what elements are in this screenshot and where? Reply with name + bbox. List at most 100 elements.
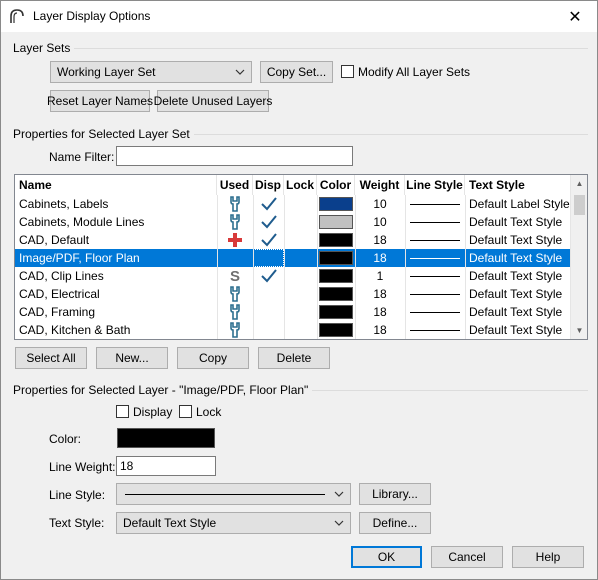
s-icon: S: [229, 267, 240, 285]
chevron-down-icon: [235, 69, 245, 75]
column-header-used[interactable]: Used: [217, 175, 253, 195]
line-weight-label: Line Weight:: [49, 460, 116, 474]
line-style-cell: [405, 267, 465, 285]
layer-name-cell: CAD, Default: [19, 233, 90, 247]
text-style-cell: Default Label Style: [469, 197, 570, 211]
scroll-down-icon[interactable]: ▼: [571, 322, 587, 339]
column-header-disp[interactable]: Disp: [253, 175, 284, 195]
table-row[interactable]: CAD, Clip Lines S 1 Default Text Style: [15, 267, 571, 285]
reset-layer-names-label: Reset Layer Names: [46, 94, 154, 108]
modify-all-layer-sets-checkbox[interactable]: [341, 65, 354, 78]
table-row[interactable]: CAD, Framing 18 Default Text Style: [15, 303, 571, 321]
color-cell: [317, 213, 355, 231]
default-icon: [217, 231, 253, 249]
column-header-name[interactable]: Name: [15, 175, 217, 195]
column-header-text-style[interactable]: Text Style: [465, 175, 571, 195]
line-style-cell: [405, 249, 465, 267]
column-header-color[interactable]: Color: [317, 175, 355, 195]
table-row[interactable]: CAD, Kitchen & Bath 18 Default Text Style: [15, 321, 571, 339]
layer-name-cell: CAD, Clip Lines: [19, 269, 104, 283]
checkmark-icon: [253, 267, 284, 285]
delete-layer-button[interactable]: Delete: [258, 347, 330, 369]
cancel-button[interactable]: Cancel: [431, 546, 503, 568]
color-cell: [317, 285, 355, 303]
column-used-label: Used: [219, 178, 250, 192]
disp-cell: [253, 285, 284, 303]
lock-cell: [284, 195, 317, 213]
weight-cell: 1: [376, 269, 384, 283]
text-style-label: Text Style:: [49, 516, 105, 530]
used-cell: [217, 249, 253, 267]
scrollbar-thumb[interactable]: [574, 195, 585, 215]
text-style-cell: Default Text Style: [469, 305, 563, 319]
layer-set-select[interactable]: Working Layer Set: [50, 61, 252, 83]
color-cell: [317, 267, 355, 285]
name-filter-input[interactable]: [116, 146, 353, 166]
color-cell: [317, 231, 355, 249]
layer-sets-group-label: Layer Sets: [13, 41, 75, 55]
reset-layer-names-button[interactable]: Reset Layer Names: [46, 90, 154, 112]
cancel-label: Cancel: [448, 550, 486, 564]
copy-set-button[interactable]: Copy Set...: [260, 61, 333, 83]
column-header-lock[interactable]: Lock: [284, 175, 317, 195]
table-row[interactable]: Image/PDF, Floor Plan 18 Default Text Styl…: [15, 249, 571, 267]
grid-line: [355, 195, 356, 339]
line-style-cell: [405, 195, 465, 213]
delete-layer-label: Delete: [276, 351, 312, 365]
ok-label: OK: [377, 550, 396, 564]
scroll-up-icon[interactable]: ▲: [571, 175, 587, 192]
table-scrollbar[interactable]: ▲ ▼: [570, 175, 587, 339]
sort-ascending-icon: ^: [111, 174, 116, 181]
define-label: Define...: [372, 516, 418, 530]
weight-cell: 18: [373, 323, 387, 337]
new-layer-button[interactable]: New...: [96, 347, 168, 369]
library-button[interactable]: Library...: [359, 483, 431, 505]
display-checkbox[interactable]: [116, 405, 129, 418]
define-button[interactable]: Define...: [359, 512, 431, 534]
select-all-button[interactable]: Select All: [15, 347, 87, 369]
window-title: Layer Display Options: [33, 9, 151, 23]
text-style-select[interactable]: Default Text Style: [116, 512, 351, 534]
table-row[interactable]: CAD, Electrical 18 Default Text Style: [15, 285, 571, 303]
column-lock-label: Lock: [285, 178, 314, 192]
weight-cell: 18: [373, 287, 387, 301]
select-all-label: Select All: [26, 351, 76, 365]
used-icon: [217, 213, 253, 231]
modify-all-label: Modify All Layer Sets: [358, 65, 471, 79]
table-row[interactable]: CAD, Default 18 Default Text Style: [15, 231, 571, 249]
layer-name-cell: CAD, Kitchen & Bath: [19, 323, 131, 337]
used-icon: [217, 303, 253, 321]
group-divider: [177, 134, 588, 135]
group-divider: [283, 390, 588, 391]
copy-layer-button[interactable]: Copy: [177, 347, 249, 369]
table-row[interactable]: Cabinets, Labels 10 Default Label Style: [15, 195, 571, 213]
line-weight-input[interactable]: 18: [116, 456, 216, 476]
chevron-down-icon: [334, 520, 344, 526]
text-style-cell: Default Text Style: [469, 323, 563, 337]
grid-line: [317, 195, 318, 339]
help-button[interactable]: Help: [512, 546, 584, 568]
props-set-group-label: Properties for Selected Layer Set: [13, 127, 194, 141]
close-button[interactable]: ✕: [553, 1, 597, 32]
layer-name-cell: CAD, Electrical: [19, 287, 100, 301]
line-style-cell: [405, 285, 465, 303]
weight-cell: 18: [373, 233, 387, 247]
table-row[interactable]: Cabinets, Module Lines 10 Default Text Sty…: [15, 213, 571, 231]
column-header-weight[interactable]: Weight: [355, 175, 405, 195]
ok-button[interactable]: OK: [351, 546, 422, 568]
line-style-select[interactable]: [116, 483, 351, 505]
title-bar: Layer Display Options ✕: [1, 1, 597, 32]
lock-checkbox[interactable]: [179, 405, 192, 418]
help-label: Help: [535, 550, 561, 564]
lock-cell: [284, 231, 317, 249]
layer-name-cell: CAD, Framing: [19, 305, 96, 319]
color-cell: [317, 195, 355, 213]
disp-cell: [253, 303, 284, 321]
delete-unused-layers-button[interactable]: Delete Unused Layers: [154, 90, 272, 112]
line-style-cell: [405, 213, 465, 231]
column-header-line-style[interactable]: Line Style: [405, 175, 465, 195]
color-swatch-button[interactable]: [117, 428, 215, 448]
column-weight-label: Weight: [359, 178, 400, 192]
layer-set-select-value: Working Layer Set: [57, 65, 156, 79]
copy-set-label: Copy Set...: [266, 65, 327, 79]
